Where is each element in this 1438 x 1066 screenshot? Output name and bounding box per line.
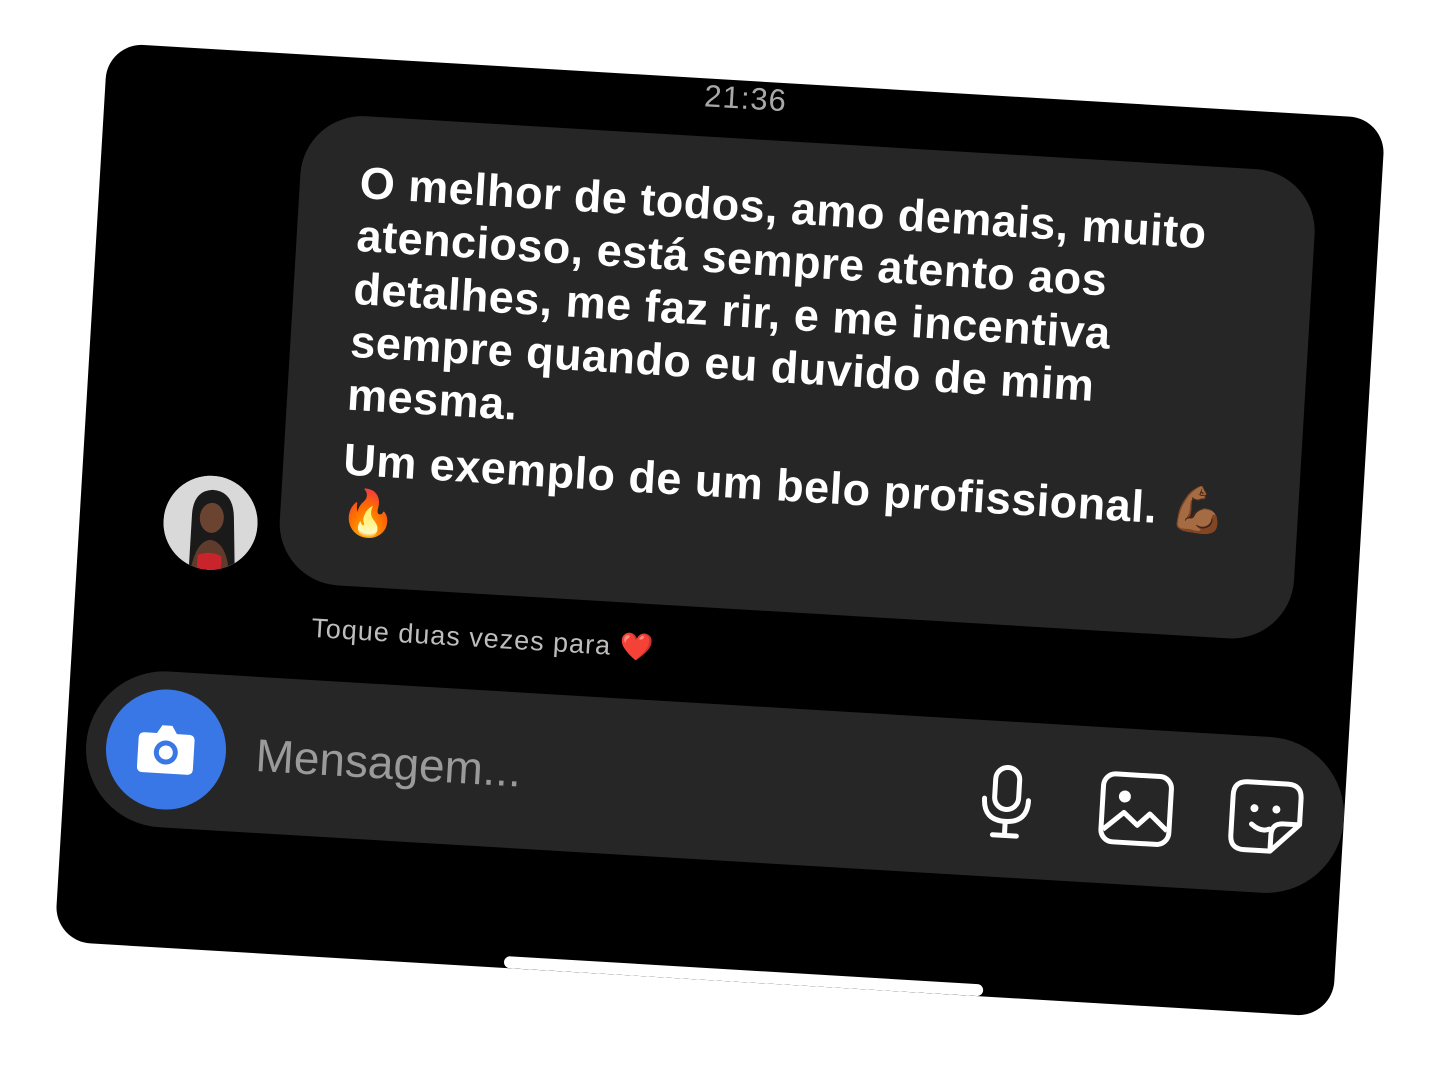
microphone-icon (982, 765, 1031, 839)
double-tap-hint: Toque duas vezes para ❤️ (310, 612, 656, 664)
chat-screen: 21:36 O melhor de todos, amo demais, mui… (54, 42, 1386, 1018)
home-indicator[interactable] (503, 955, 984, 997)
profile-photo-icon (160, 473, 261, 573)
message-bubble[interactable]: O melhor de todos, amo demais, muito ate… (276, 112, 1319, 643)
stage: 21:36 O melhor de todos, amo demais, mui… (0, 0, 1438, 1066)
gallery-button[interactable] (1092, 765, 1181, 854)
gallery-icon (1098, 771, 1174, 847)
camera-button[interactable] (102, 686, 230, 813)
sticker-button[interactable] (1222, 772, 1311, 861)
sticker-icon (1228, 779, 1304, 854)
message-input[interactable] (253, 718, 897, 829)
message-text: O melhor de todos, amo demais, muito ate… (345, 157, 1209, 430)
camera-icon (136, 725, 195, 775)
microphone-button[interactable] (962, 757, 1051, 846)
avatar[interactable] (160, 473, 261, 573)
message-composer (81, 666, 1349, 898)
